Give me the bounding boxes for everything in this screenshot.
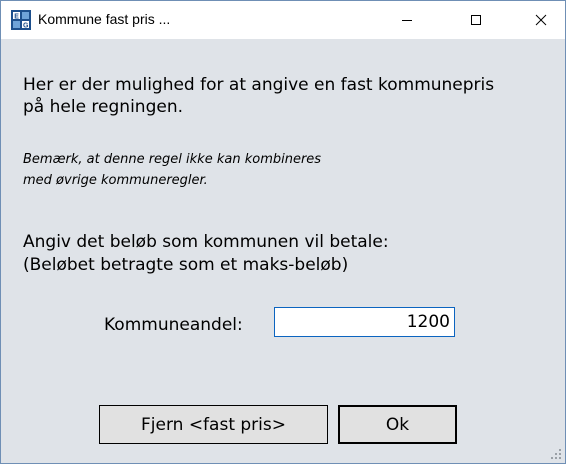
close-button[interactable] [518, 1, 564, 39]
note-text: Bemærk, at denne regel ikke kan kombiner… [23, 149, 321, 191]
minimize-button[interactable] [384, 1, 430, 39]
svg-text:G: G [23, 22, 29, 29]
intro-text: Her er der mulighed for at angive en fas… [23, 74, 494, 118]
resize-grip-icon[interactable] [550, 448, 562, 460]
maximize-button[interactable] [453, 1, 499, 39]
note-line-2: med øvrige kommuneregler. [23, 173, 208, 188]
dialog-window: E G Kommune fast pris ... Her er der mul… [0, 0, 566, 464]
minimize-icon [402, 20, 412, 21]
ok-button[interactable]: Ok [338, 405, 457, 444]
eg-logo-icon: E G [11, 10, 31, 30]
close-icon [535, 14, 547, 26]
instruction-line-1: Angiv det beløb som kommunen vil betale: [23, 232, 389, 252]
kommuneandel-input[interactable] [274, 307, 455, 337]
dialog-content: Her er der mulighed for at angive en fas… [1, 39, 565, 463]
intro-line-2: på hele regningen. [23, 97, 183, 117]
title-bar[interactable]: E G Kommune fast pris ... [1, 1, 565, 39]
kommuneandel-label: Kommuneandel: [104, 315, 243, 335]
instruction-text: Angiv det beløb som kommunen vil betale:… [23, 231, 389, 277]
remove-fixed-price-button[interactable]: Fjern <fast pris> [99, 405, 328, 444]
intro-line-1: Her er der mulighed for at angive en fas… [23, 75, 495, 95]
maximize-icon [471, 15, 481, 25]
instruction-line-2: (Beløbet betragte som et maks-beløb) [23, 255, 349, 275]
note-line-1: Bemærk, at denne regel ikke kan kombiner… [23, 152, 322, 167]
window-title: Kommune fast pris ... [38, 11, 171, 27]
svg-text:E: E [14, 13, 19, 20]
